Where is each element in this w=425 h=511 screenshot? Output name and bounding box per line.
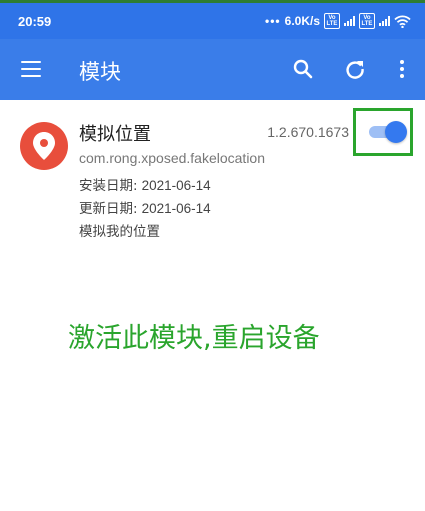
status-time: 20:59: [18, 13, 52, 29]
module-package: com.rong.xposed.fakelocation: [79, 150, 265, 166]
instruction-text: 激活此模块,重启设备: [68, 323, 320, 354]
volte-icon: Vo LTE: [324, 13, 340, 29]
update-date-row: 更新日期: 2021-06-14: [79, 197, 211, 217]
install-date: 2021-06-14: [141, 178, 211, 193]
update-date-label: 更新日期:: [79, 201, 138, 217]
network-speed: 6.0K/s: [284, 14, 320, 28]
signal-icon: [344, 16, 355, 26]
more-vert-icon[interactable]: [390, 57, 414, 81]
module-description: 模拟我的位置: [79, 224, 160, 240]
refresh-icon[interactable]: [343, 57, 367, 81]
signal-icon-2: [379, 16, 390, 26]
page-title: 模块: [79, 60, 121, 84]
volte-icon-2: Vo LTE: [359, 13, 375, 29]
search-icon[interactable]: [291, 57, 315, 81]
app-bar: 模块: [0, 39, 425, 100]
install-date-row: 安装日期: 2021-06-14: [79, 174, 211, 194]
module-name: 模拟位置: [79, 124, 151, 145]
install-date-label: 安装日期:: [79, 178, 138, 194]
menu-icon[interactable]: [21, 61, 41, 77]
location-pin-icon: [20, 122, 68, 170]
wifi-icon: [394, 15, 411, 28]
status-dots: •••: [265, 14, 281, 28]
module-version: 1.2.670.1673: [267, 124, 349, 140]
toggle-knob: [385, 121, 407, 143]
module-enable-toggle[interactable]: [367, 121, 407, 143]
status-bar: 20:59 ••• 6.0K/s Vo LTE Vo LTE: [0, 3, 425, 39]
status-indicators: ••• 6.0K/s Vo LTE Vo LTE: [265, 13, 411, 29]
update-date: 2021-06-14: [141, 201, 211, 216]
